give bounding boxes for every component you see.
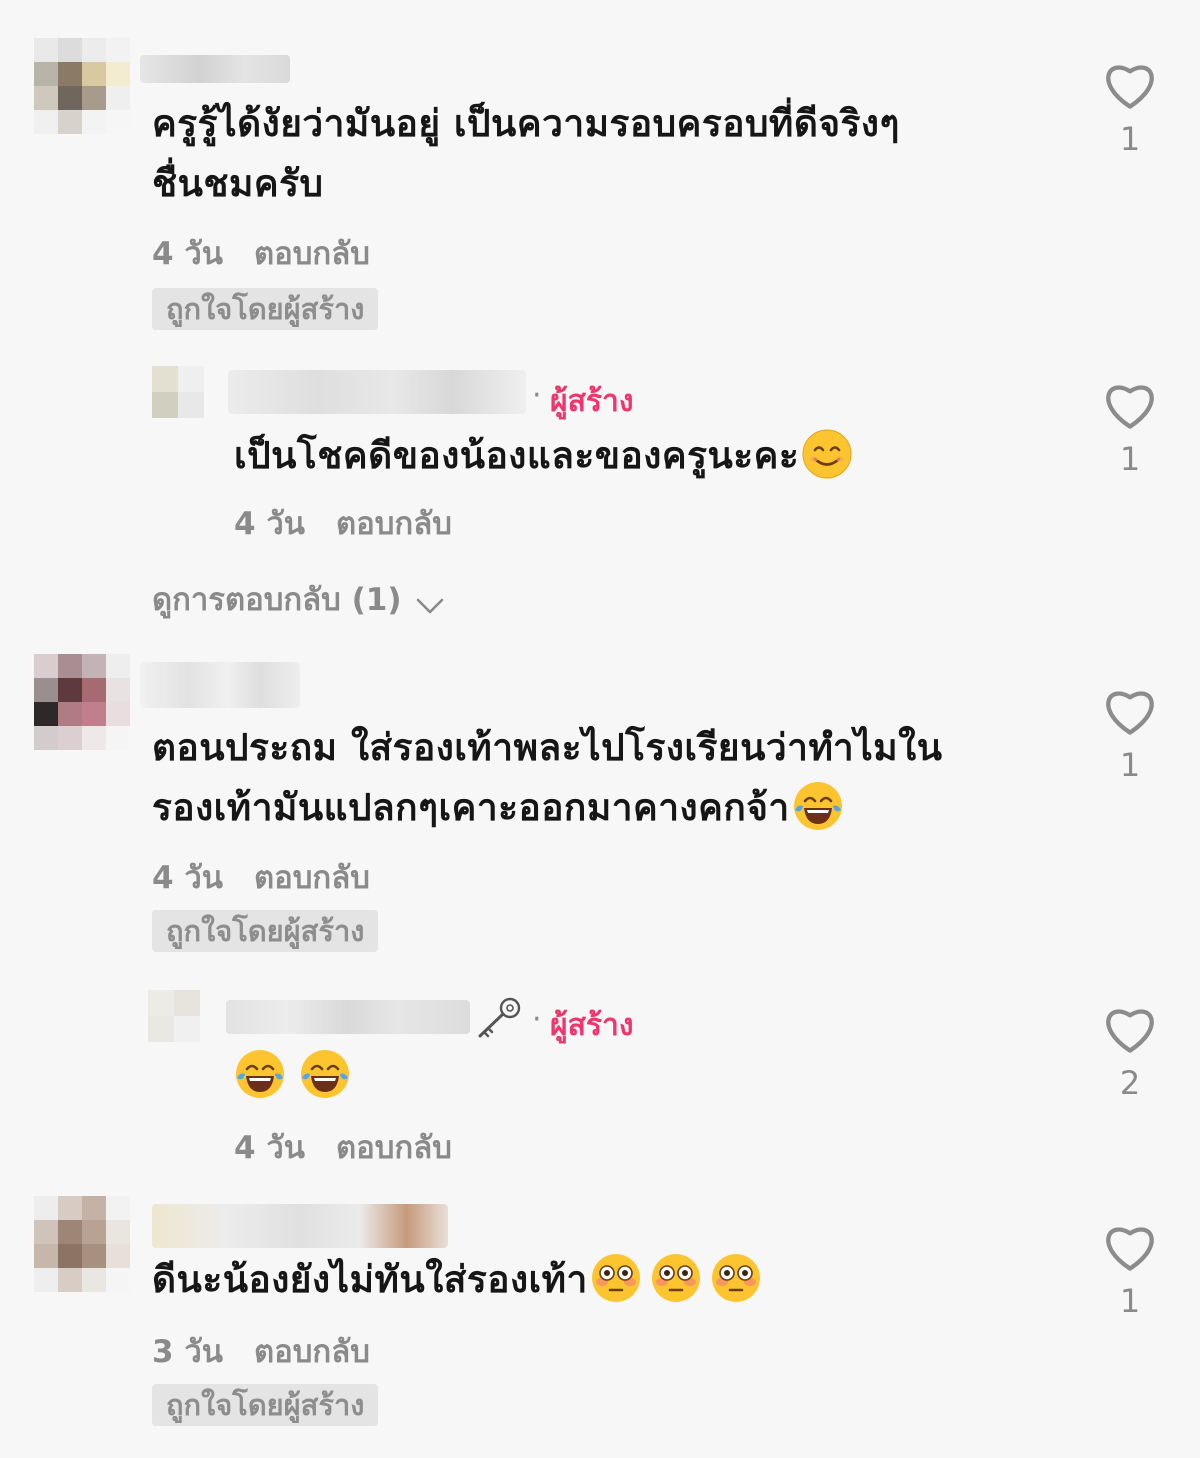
heart-outline-icon[interactable]: [1102, 60, 1158, 110]
flushed-face-emoji: [591, 1253, 640, 1302]
like-count: 1: [1119, 120, 1141, 158]
reply-button[interactable]: ตอบกลับ: [254, 228, 370, 278]
tears-of-joy-emoji: [236, 1050, 284, 1098]
creator-tag: ผู้สร้าง: [550, 1008, 634, 1043]
separator-dot: ·: [532, 378, 542, 413]
reply-button[interactable]: ตอบกลับ: [336, 498, 452, 548]
reply-text: [234, 1048, 351, 1100]
comment-text: ครูรู้ได้งัยว่ามันอยู่ เป็นความรอบครอบที…: [152, 94, 1052, 214]
view-replies-label[interactable]: ดูการตอบกลับ (1): [152, 582, 402, 618]
flushed-face-emoji: [651, 1253, 700, 1302]
tears-of-joy-emoji: [793, 781, 842, 830]
comment-time: 4 วัน: [152, 860, 223, 896]
reply-button[interactable]: ตอบกลับ: [254, 1326, 370, 1376]
avatar[interactable]: [34, 38, 130, 134]
avatar[interactable]: [148, 990, 200, 1042]
like-button[interactable]: 2: [1100, 1004, 1160, 1102]
tears-of-joy-emoji: [301, 1050, 350, 1098]
username-blurred[interactable]: [140, 662, 300, 708]
avatar[interactable]: [152, 366, 204, 418]
reply-time: 4 วัน: [234, 1130, 305, 1166]
smiling-face-emoji: [802, 429, 852, 478]
heart-outline-icon[interactable]: [1102, 1004, 1158, 1054]
like-button[interactable]: 1: [1100, 1222, 1160, 1320]
reply-text: เป็นโชคดีของน้องและของครูนะคะ: [234, 426, 853, 486]
reply-button[interactable]: ตอบกลับ: [254, 852, 370, 902]
heart-outline-icon[interactable]: [1102, 380, 1158, 430]
liked-by-creator-badge: ถูกใจโดยผู้สร้าง: [152, 288, 379, 330]
heart-outline-icon[interactable]: [1102, 686, 1158, 736]
comment-text: ดีนะน้องยังไม่ทันใส่รองเท้า: [152, 1250, 762, 1310]
creator-tag: ผู้สร้าง: [550, 384, 634, 419]
separator-dot: ·: [532, 1002, 542, 1037]
chevron-down-icon[interactable]: [413, 593, 447, 619]
like-button[interactable]: 1: [1100, 380, 1160, 478]
comment-time: 3 วัน: [152, 1334, 223, 1370]
avatar[interactable]: [34, 1196, 130, 1292]
username-blurred[interactable]: [140, 55, 290, 83]
flushed-face-emoji: [711, 1253, 760, 1302]
comment-line: ดีนะน้องยังไม่ทันใส่รองเท้า: [152, 1258, 588, 1301]
like-count: 1: [1119, 746, 1141, 784]
username-blurred[interactable]: [152, 1204, 448, 1248]
comment-text: ตอนประถม ใส่รองเท้าพละไปโรงเรียนว่าทำไมใ…: [152, 718, 1052, 838]
comment-line-text: รองเท้ามันแปลกๆเคาะออกมาคางคกจ้า: [152, 786, 790, 829]
like-button[interactable]: 1: [1100, 60, 1160, 158]
comment-line: ตอนประถม ใส่รองเท้าพละไปโรงเรียนว่าทำไมใ…: [152, 726, 943, 769]
comment-line: ครูรู้ได้งัยว่ามันอยู่ เป็นความรอบครอบที…: [152, 102, 900, 145]
like-count: 1: [1119, 440, 1141, 478]
comment-time: 4 วัน: [152, 236, 223, 272]
key-icon: [478, 997, 521, 1038]
like-count: 1: [1119, 1282, 1141, 1320]
comment-line: รองเท้ามันแปลกๆเคาะออกมาคางคกจ้า: [152, 778, 1052, 838]
liked-by-creator-badge: ถูกใจโดยผู้สร้าง: [152, 1384, 379, 1426]
view-replies-toggle[interactable]: ดูการตอบกลับ (1): [152, 574, 447, 624]
liked-by-creator-badge: ถูกใจโดยผู้สร้าง: [152, 910, 379, 952]
like-count: 2: [1119, 1064, 1141, 1102]
avatar[interactable]: [34, 654, 130, 750]
reply-button[interactable]: ตอบกลับ: [336, 1122, 452, 1172]
username-blurred[interactable]: [228, 370, 526, 414]
heart-outline-icon[interactable]: [1102, 1222, 1158, 1272]
reply-time: 4 วัน: [234, 506, 305, 542]
like-button[interactable]: 1: [1100, 686, 1160, 784]
username-blurred[interactable]: [226, 1000, 470, 1034]
comment-line: ชื่นชมครับ: [152, 162, 324, 205]
reply-text-content: เป็นโชคดีของน้องและของครูนะคะ: [234, 434, 800, 477]
